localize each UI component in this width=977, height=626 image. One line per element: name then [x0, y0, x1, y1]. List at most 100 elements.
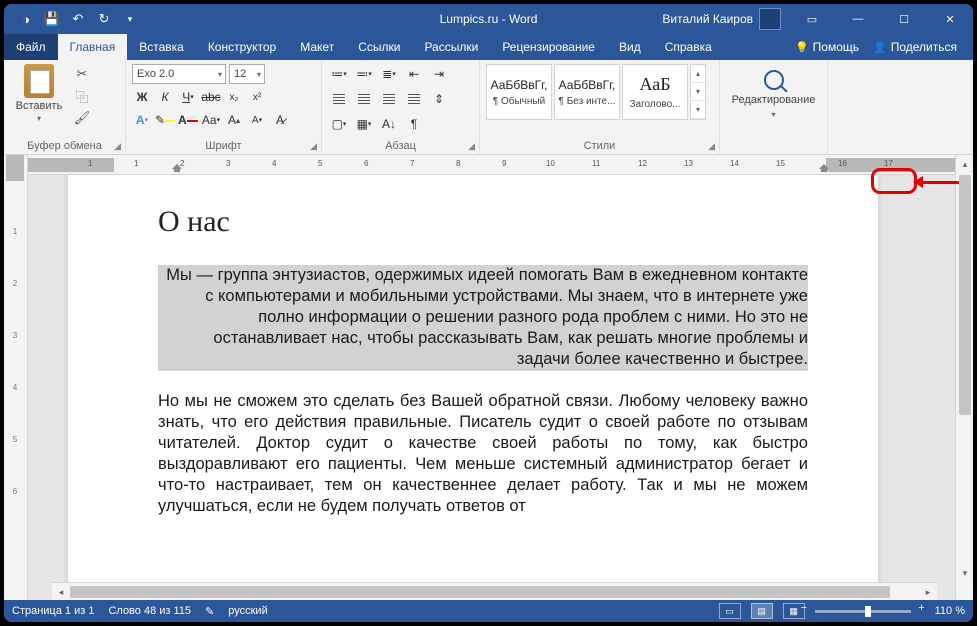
paragraph-2[interactable]: Но мы не сможем это сделать без Вашей об… — [158, 391, 808, 518]
font-launcher-icon[interactable]: ◢ — [310, 141, 317, 152]
share-button[interactable]: Поделиться — [873, 40, 957, 54]
group-font: Exo 2.0 12 Ж К Ч▾ abc x₂ x² A▾ ✎ A Aa▾ A… — [126, 60, 322, 154]
save-icon[interactable]: 💾 — [40, 7, 64, 31]
hscroll-thumb[interactable] — [70, 586, 890, 598]
undo-icon[interactable]: ↶ — [66, 7, 90, 31]
minimize-button[interactable]: — — [835, 4, 881, 34]
vertical-ruler[interactable]: 1 2 3 4 5 6 — [4, 155, 28, 600]
font-color-button[interactable]: A — [178, 110, 198, 130]
hscroll-right-icon[interactable]: ▸ — [919, 583, 937, 601]
gallery-down-icon[interactable]: ▾ — [691, 83, 705, 101]
zoom-level[interactable]: 110 % — [935, 605, 965, 617]
tab-mailings[interactable]: Рассылки — [412, 34, 490, 60]
editing-dropdown-button[interactable]: Редактирование ▾ — [726, 64, 821, 119]
tab-file[interactable]: Файл — [4, 34, 58, 60]
paste-button[interactable]: Вставить ▾ — [10, 64, 68, 123]
qat-customize-icon[interactable]: ▾ — [118, 7, 142, 31]
text-effects-button[interactable]: A▾ — [132, 110, 152, 130]
work-area: 1 2 3 4 5 6 1 1 2 3 4 5 6 7 8 — [4, 155, 973, 600]
line-spacing-button[interactable]: ⇕ — [428, 89, 450, 109]
hscroll-left-icon[interactable]: ◂ — [52, 583, 70, 601]
vertical-scrollbar[interactable]: ▴ ▾ — [955, 155, 973, 600]
justify-button[interactable] — [403, 89, 425, 109]
font-size-combo[interactable]: 12 — [229, 64, 265, 84]
align-center-button[interactable] — [353, 89, 375, 109]
borders-button[interactable]: ▦▾ — [353, 114, 375, 134]
style-heading1[interactable]: АаБ Заголово... — [622, 64, 688, 120]
zoom-slider[interactable] — [815, 610, 911, 613]
multilevel-button[interactable]: ≣▾ — [378, 64, 400, 84]
user-account[interactable]: Виталий Каиров — [662, 8, 781, 30]
tab-view[interactable]: Вид — [607, 34, 653, 60]
document-area[interactable]: О нас Мы — группа энтузиастов, одержимых… — [28, 175, 955, 600]
title-bar: ◑ 💾 ↶ ↻ ▾ Lumpics.ru - Word Виталий Каир… — [4, 4, 973, 34]
tab-design[interactable]: Конструктор — [196, 34, 288, 60]
horizontal-ruler[interactable]: 1 1 2 3 4 5 6 7 8 9 10 11 12 13 14 15 16… — [28, 155, 955, 175]
shrink-font-button[interactable]: A▾ — [247, 110, 267, 130]
tab-layout[interactable]: Макет — [288, 34, 346, 60]
zoom-thumb[interactable] — [865, 606, 871, 617]
view-print-layout[interactable]: ▤ — [751, 603, 773, 619]
vscroll-thumb[interactable] — [959, 175, 971, 415]
style-normal[interactable]: АаБбВвГг, ¶ Обычный — [486, 64, 552, 120]
autosave-icon[interactable]: ◑ — [14, 7, 38, 31]
bullets-button[interactable]: ≔▾ — [328, 64, 350, 84]
decrease-indent-button[interactable]: ⇤ — [403, 64, 425, 84]
tab-review[interactable]: Рецензирование — [490, 34, 607, 60]
tell-me-button[interactable]: Помощь — [795, 40, 859, 54]
bold-button[interactable]: Ж — [132, 87, 152, 107]
tab-help[interactable]: Справка — [653, 34, 724, 60]
superscript-button[interactable]: x² — [247, 87, 267, 107]
cut-icon[interactable]: ✂ — [72, 66, 92, 82]
tab-references[interactable]: Ссылки — [346, 34, 412, 60]
styles-gallery-scroll[interactable]: ▴ ▾ ▾ — [690, 64, 706, 120]
copy-icon[interactable]: ⿻ — [72, 88, 92, 104]
redo-icon[interactable]: ↻ — [92, 7, 116, 31]
status-language[interactable]: русский — [228, 605, 267, 617]
tab-insert[interactable]: Вставка — [127, 34, 196, 60]
align-right-button[interactable] — [378, 89, 400, 109]
italic-button[interactable]: К — [155, 87, 175, 107]
status-page[interactable]: Страница 1 из 1 — [12, 605, 94, 617]
gallery-up-icon[interactable]: ▴ — [691, 65, 705, 83]
font-name-combo[interactable]: Exo 2.0 — [132, 64, 226, 84]
vscroll-up-icon[interactable]: ▴ — [956, 155, 974, 173]
highlight-button[interactable]: ✎ — [155, 110, 175, 130]
clipboard-launcher-icon[interactable]: ◢ — [114, 141, 121, 152]
close-button[interactable]: ✕ — [927, 4, 973, 34]
ribbon: Вставить ▾ ✂ ⿻ 🖌 Буфер обмена◢ Exo 2.0 1… — [4, 60, 973, 155]
heading-about-us[interactable]: О нас — [158, 205, 808, 239]
strikethrough-button[interactable]: abc — [201, 87, 221, 107]
status-word-count[interactable]: Слово 48 из 115 — [108, 605, 191, 617]
sort-button[interactable]: A↓ — [378, 114, 400, 134]
numbering-button[interactable]: ≕▾ — [353, 64, 375, 84]
user-avatar-icon — [759, 8, 781, 30]
view-read-mode[interactable]: ▭ — [719, 603, 741, 619]
format-painter-icon[interactable]: 🖌 — [72, 110, 92, 126]
right-indent-marker[interactable] — [819, 157, 829, 171]
horizontal-scrollbar[interactable]: ◂ ▸ — [52, 582, 937, 600]
subscript-button[interactable]: x₂ — [224, 87, 244, 107]
grow-font-button[interactable]: A▴ — [224, 110, 244, 130]
clear-format-button[interactable]: A̷ — [270, 110, 290, 130]
group-editing: Редактирование ▾ — [720, 60, 828, 154]
group-styles-label: Стили — [584, 140, 616, 152]
show-marks-button[interactable]: ¶ — [403, 114, 425, 134]
change-case-button[interactable]: Aa▾ — [201, 110, 221, 130]
maximize-button[interactable]: ☐ — [881, 4, 927, 34]
styles-launcher-icon[interactable]: ◢ — [708, 141, 715, 152]
style-no-spacing[interactable]: АаБбВвГг, ¶ Без инте... — [554, 64, 620, 120]
increase-indent-button[interactable]: ⇥ — [428, 64, 450, 84]
paragraph-launcher-icon[interactable]: ◢ — [468, 141, 475, 152]
status-proofing-icon[interactable]: ✎ — [205, 605, 214, 618]
vscroll-down-icon[interactable]: ▾ — [956, 564, 974, 582]
ribbon-tabs: Файл Главная Вставка Конструктор Макет С… — [4, 34, 973, 60]
gallery-more-icon[interactable]: ▾ — [691, 101, 705, 119]
paragraph-1-selected[interactable]: Мы — группа энтузиастов, одержимых идеей… — [158, 265, 808, 371]
underline-button[interactable]: Ч▾ — [178, 87, 198, 107]
align-left-button[interactable] — [328, 89, 350, 109]
tab-home[interactable]: Главная — [58, 34, 128, 60]
user-name: Виталий Каиров — [662, 12, 753, 26]
ribbon-options-button[interactable]: ▭ — [789, 4, 835, 34]
shading-button[interactable]: ▢▾ — [328, 114, 350, 134]
